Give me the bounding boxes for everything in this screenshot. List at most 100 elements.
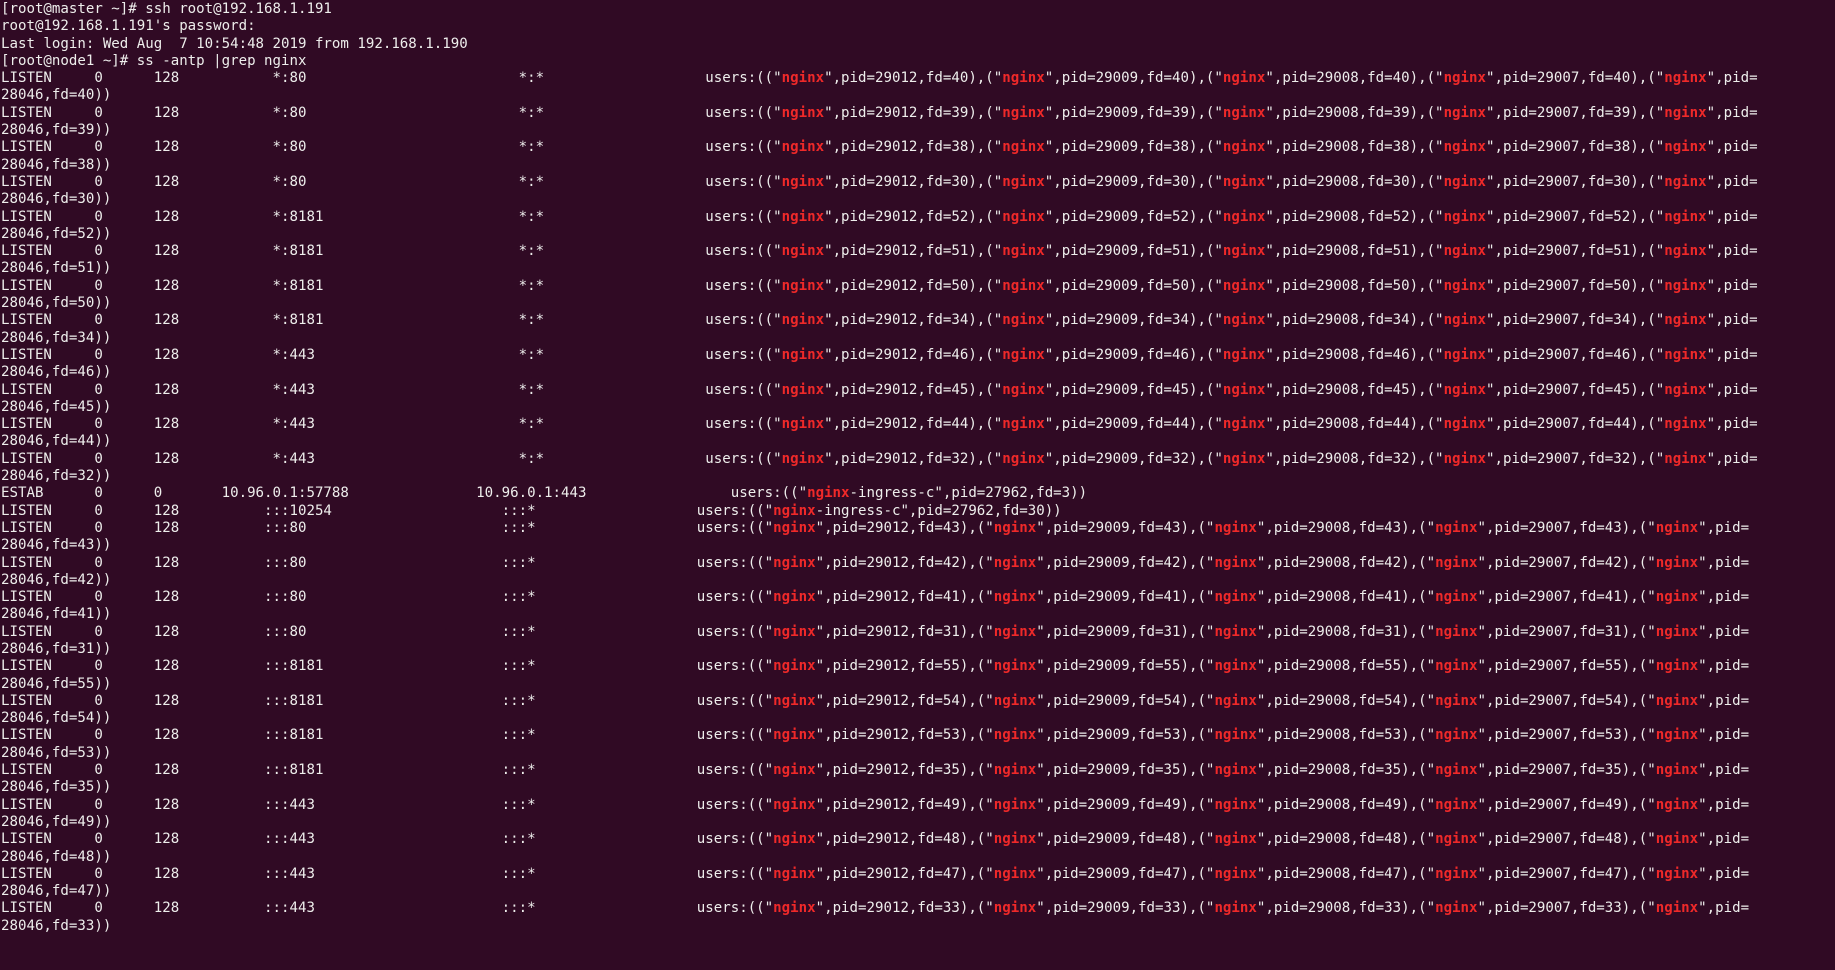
terminal-line: 28046,fd=49)) (1, 813, 112, 830)
grep-match-highlight: nginx (1443, 277, 1486, 294)
terminal-line: LISTEN 0 128 *:443 *:* users:(("nginx",p… (1, 450, 1758, 467)
grep-match-highlight: nginx (1214, 762, 1257, 779)
grep-match-highlight: nginx (773, 865, 816, 882)
grep-match-highlight: nginx (781, 416, 825, 433)
grep-match-highlight: nginx (1002, 450, 1045, 467)
grep-match-highlight: nginx (781, 139, 825, 156)
grep-match-highlight: nginx (1655, 589, 1699, 606)
grep-match-highlight: nginx (807, 485, 850, 502)
grep-match-highlight: nginx (1222, 312, 1266, 329)
grep-match-highlight: nginx (1222, 346, 1266, 363)
terminal-line: root@192.168.1.191's password: (1, 18, 256, 35)
terminal-line: LISTEN 0 128 :::8181 :::* users:(("nginx… (1, 727, 1750, 744)
terminal-line: LISTEN 0 128 :::80 :::* users:(("nginx",… (1, 589, 1750, 606)
grep-match-highlight: nginx (773, 727, 816, 744)
grep-match-highlight: nginx (1002, 104, 1045, 121)
grep-match-highlight: nginx (993, 658, 1037, 675)
grep-match-highlight: nginx (1664, 450, 1707, 467)
terminal-line: [root@node1 ~]# ss -antp |grep nginx (1, 52, 307, 69)
grep-match-highlight: nginx (773, 554, 816, 571)
terminal-line: LISTEN 0 128 :::443 :::* users:(("nginx"… (1, 831, 1750, 848)
grep-match-highlight: nginx (1435, 762, 1478, 779)
grep-match-highlight: nginx (1664, 416, 1707, 433)
terminal-line: 28046,fd=33)) (1, 917, 112, 934)
grep-match-highlight: nginx (993, 623, 1037, 640)
grep-match-highlight: nginx (993, 589, 1037, 606)
grep-match-highlight: nginx (1222, 173, 1266, 190)
grep-match-highlight: nginx (993, 831, 1037, 848)
grep-match-highlight: nginx (1435, 796, 1478, 813)
grep-match-highlight: nginx (1435, 623, 1478, 640)
terminal-line: 28046,fd=31)) (1, 640, 112, 657)
grep-match-highlight: nginx (1214, 623, 1257, 640)
terminal-line: LISTEN 0 128 *:8181 *:* users:(("nginx",… (1, 208, 1758, 225)
grep-match-highlight: nginx (1435, 658, 1478, 675)
grep-match-highlight: nginx (1002, 243, 1045, 260)
grep-match-highlight: nginx (1655, 796, 1699, 813)
grep-match-highlight: nginx (1655, 519, 1699, 536)
grep-match-highlight: nginx (1443, 104, 1486, 121)
grep-match-highlight: nginx (1664, 243, 1707, 260)
terminal-line: 28046,fd=52)) (1, 225, 112, 242)
grep-match-highlight: nginx (781, 450, 825, 467)
grep-match-highlight: nginx (1655, 692, 1699, 709)
grep-match-highlight: nginx (1655, 865, 1699, 882)
grep-match-highlight: nginx (1002, 173, 1045, 190)
terminal-line: LISTEN 0 128 *:443 *:* users:(("nginx",p… (1, 381, 1758, 398)
grep-match-highlight: nginx (773, 900, 816, 917)
terminal-line: [root@master ~]# ssh root@192.168.1.191 (1, 1, 332, 17)
grep-match-highlight: nginx (1443, 243, 1486, 260)
grep-match-highlight: nginx (1655, 658, 1699, 675)
grep-match-highlight: nginx (1664, 208, 1707, 225)
grep-match-highlight: nginx (1222, 381, 1266, 398)
grep-match-highlight: nginx (993, 692, 1037, 709)
grep-match-highlight: nginx (1222, 243, 1266, 260)
grep-match-highlight: nginx (1222, 208, 1266, 225)
grep-match-highlight: nginx (993, 519, 1037, 536)
terminal-line: LISTEN 0 128 *:8181 *:* users:(("nginx",… (1, 312, 1758, 329)
terminal-output[interactable]: [root@master ~]# ssh root@192.168.1.191 r… (0, 0, 1835, 970)
terminal-line: LISTEN 0 128 :::80 :::* users:(("nginx",… (1, 554, 1750, 571)
grep-match-highlight: nginx (1435, 831, 1478, 848)
grep-match-highlight: nginx (1002, 312, 1045, 329)
grep-match-highlight: nginx (1002, 70, 1045, 87)
grep-match-highlight: nginx (773, 658, 816, 675)
grep-match-highlight: nginx (773, 623, 816, 640)
terminal-line: 28046,fd=46)) (1, 364, 112, 381)
terminal-line: 28046,fd=35)) (1, 779, 112, 796)
grep-match-highlight: nginx (1664, 277, 1707, 294)
terminal-line: LISTEN 0 128 *:443 *:* users:(("nginx",p… (1, 416, 1758, 433)
grep-match-highlight: nginx (1214, 865, 1257, 882)
grep-match-highlight: nginx (1435, 554, 1478, 571)
grep-match-highlight: nginx (1435, 519, 1478, 536)
terminal-line: 28046,fd=51)) (1, 260, 112, 277)
terminal-line: LISTEN 0 128 :::443 :::* users:(("nginx"… (1, 796, 1750, 813)
terminal-line: 28046,fd=38)) (1, 156, 112, 173)
terminal-line: 28046,fd=54)) (1, 710, 112, 727)
grep-match-highlight: nginx (1435, 692, 1478, 709)
grep-match-highlight: nginx (1435, 727, 1478, 744)
grep-match-highlight: nginx (1443, 416, 1486, 433)
grep-match-highlight: nginx (1002, 139, 1045, 156)
terminal-line: LISTEN 0 128 :::80 :::* users:(("nginx",… (1, 623, 1750, 640)
terminal-line: LISTEN 0 128 *:80 *:* users:(("nginx",pi… (1, 70, 1758, 87)
terminal-line: LISTEN 0 128 :::8181 :::* users:(("nginx… (1, 692, 1750, 709)
grep-match-highlight: nginx (773, 831, 816, 848)
grep-match-highlight: nginx (1214, 727, 1257, 744)
grep-match-highlight: nginx (1655, 762, 1699, 779)
terminal-line: ESTAB 0 0 10.96.0.1:57788 10.96.0.1:443 … (1, 485, 1088, 502)
grep-match-highlight: nginx (1435, 865, 1478, 882)
grep-match-highlight: nginx (1443, 208, 1486, 225)
grep-match-highlight: nginx (1214, 589, 1257, 606)
grep-match-highlight: nginx (1664, 173, 1707, 190)
grep-match-highlight: nginx (1214, 554, 1257, 571)
grep-match-highlight: nginx (1443, 312, 1486, 329)
grep-match-highlight: nginx (1655, 900, 1699, 917)
grep-match-highlight: nginx (1443, 139, 1486, 156)
grep-match-highlight: nginx (1443, 381, 1486, 398)
terminal-line: LISTEN 0 128 *:80 *:* users:(("nginx",pi… (1, 104, 1758, 121)
grep-match-highlight: nginx (781, 243, 825, 260)
grep-match-highlight: nginx (1002, 416, 1045, 433)
grep-match-highlight: nginx (1002, 346, 1045, 363)
terminal-line: 28046,fd=39)) (1, 122, 112, 139)
